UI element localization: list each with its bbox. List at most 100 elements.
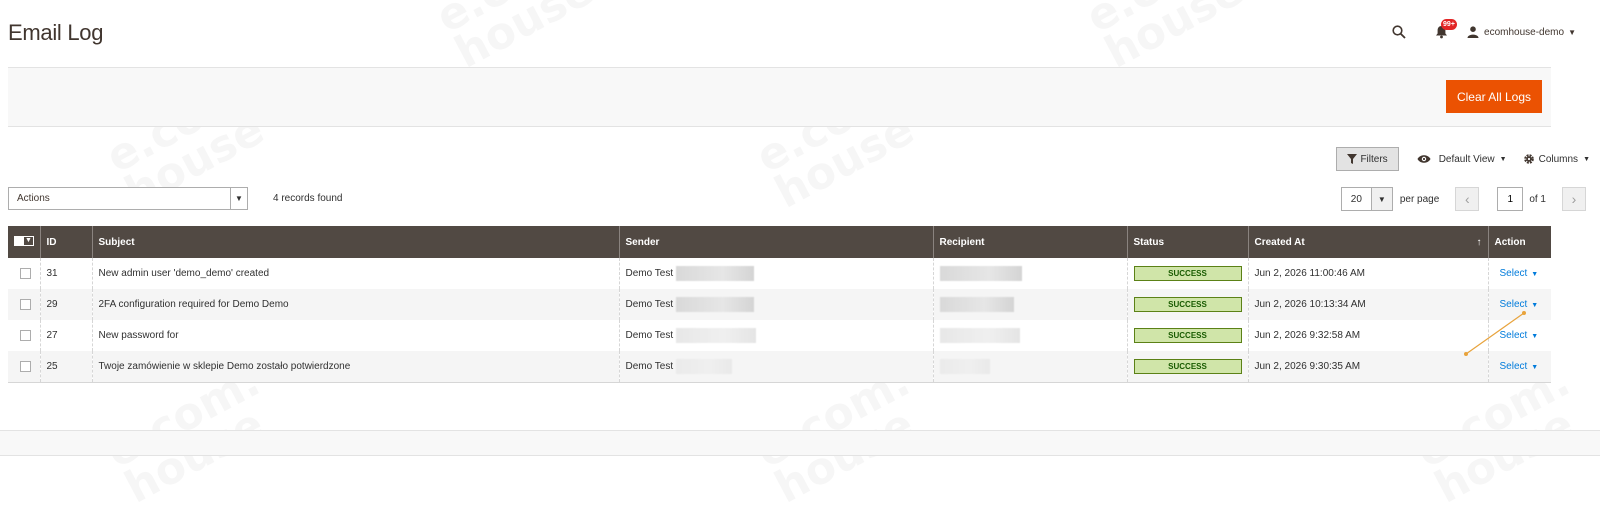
row-action-select[interactable]: Select ▼	[1500, 330, 1539, 341]
redacted-sender-email	[675, 358, 732, 374]
row-checkbox[interactable]	[20, 298, 31, 310]
column-header-sender[interactable]: Sender	[618, 226, 933, 258]
sender-name: Demo Test	[625, 299, 674, 311]
row-action-select[interactable]: Select ▼	[1500, 361, 1539, 372]
pager: 20 ▼ per page ‹ of 1 ›	[1340, 187, 1586, 211]
row-action-label: Select	[1499, 268, 1528, 279]
filters-button[interactable]: Filters	[1336, 147, 1399, 171]
total-pages-label: of 1	[1529, 193, 1546, 205]
cell-status: SUCCESS	[1126, 320, 1248, 351]
table-row: 29 2FA configuration required for Demo D…	[8, 289, 1551, 320]
chevron-down-icon: ▼	[1531, 333, 1539, 340]
column-header-recipient[interactable]: Recipient	[932, 226, 1127, 258]
cell-subject: New password for	[91, 320, 619, 351]
chevron-down-icon: ▼	[1370, 188, 1392, 210]
sort-asc-icon: ↑	[1476, 236, 1482, 248]
cell-id: 29	[39, 289, 92, 320]
cell-action: Select ▼	[1487, 320, 1551, 351]
mass-select-header[interactable]: ▼	[8, 226, 40, 258]
footer-bar	[0, 430, 1600, 456]
column-header-status[interactable]: Status	[1126, 226, 1248, 258]
chevron-down-icon: ▼	[1531, 363, 1539, 371]
status-badge: SUCCESS	[1133, 358, 1242, 374]
cell-recipient	[932, 289, 1127, 320]
redacted-recipient-email	[939, 358, 990, 374]
cell-action: Select ▼	[1487, 258, 1551, 289]
user-icon	[1467, 26, 1479, 38]
cell-created-at: Jun 2, 2026 9:32:58 AM	[1247, 320, 1488, 351]
chevron-down-icon: ▼	[230, 188, 247, 209]
status-badge: SUCCESS	[1133, 266, 1242, 281]
column-header-created-at[interactable]: Created At ↑	[1247, 226, 1488, 258]
redacted-sender-email	[675, 266, 754, 281]
sender-name: Demo Test	[625, 360, 674, 372]
table-row: 31 New admin user 'demo_demo' created De…	[8, 258, 1551, 289]
cell-recipient	[932, 320, 1127, 351]
view-label: Default View	[1438, 153, 1495, 165]
cell-subject: New admin user 'demo_demo' created	[91, 258, 619, 289]
column-header-subject[interactable]: Subject	[91, 226, 619, 258]
row-checkbox-cell[interactable]	[8, 289, 40, 320]
chevron-down-icon: ▼	[1568, 27, 1576, 37]
columns-button[interactable]: Columns ▼	[1523, 153, 1590, 165]
row-checkbox[interactable]	[20, 360, 31, 372]
mass-actions-select[interactable]: Actions ▼	[8, 187, 248, 210]
cell-status: SUCCESS	[1126, 258, 1248, 289]
chevron-right-icon[interactable]: ›	[1562, 187, 1586, 211]
admin-header-actions: 99+ ecomhouse-demo ▼	[1387, 19, 1576, 44]
table-header-row: ▼ ID Subject Sender Recipient Status Cre…	[8, 226, 1551, 258]
notifications-button[interactable]: 99+	[1429, 19, 1457, 44]
row-action-label: Select	[1499, 330, 1528, 341]
cell-action: Select ▼	[1487, 289, 1551, 320]
redacted-recipient-email	[939, 266, 1022, 281]
per-page-select[interactable]: 20 ▼	[1340, 187, 1393, 211]
column-header-id[interactable]: ID	[39, 226, 92, 258]
cell-created-at: Jun 2, 2026 11:00:46 AM	[1247, 258, 1488, 289]
column-header-action: Action	[1487, 226, 1551, 258]
cell-status: SUCCESS	[1126, 351, 1248, 383]
mass-select-checkbox[interactable]: ▼	[14, 236, 34, 246]
chevron-down-icon: ▼	[1531, 271, 1539, 278]
redacted-recipient-email	[939, 328, 1020, 343]
row-checkbox-cell[interactable]	[8, 320, 40, 351]
cell-status: SUCCESS	[1126, 289, 1248, 320]
cell-subject: 2FA configuration required for Demo Demo	[91, 289, 619, 320]
mass-actions-value: Actions	[17, 193, 50, 204]
cell-sender: Demo Test	[618, 351, 933, 383]
row-checkbox[interactable]	[20, 329, 31, 341]
cell-action: Select ▼	[1487, 351, 1551, 383]
per-page-value: 20	[1350, 193, 1362, 205]
cell-sender: Demo Test	[618, 320, 933, 351]
search-icon[interactable]	[1387, 20, 1411, 44]
chevron-down-icon: ▼	[1499, 155, 1507, 163]
row-checkbox-cell[interactable]	[8, 258, 40, 289]
page-title: Email Log	[8, 20, 104, 45]
gear-icon	[1523, 154, 1534, 164]
row-action-select[interactable]: Select ▼	[1500, 299, 1539, 310]
status-badge: SUCCESS	[1133, 297, 1242, 312]
cell-sender: Demo Test	[618, 289, 933, 320]
per-page-label: per page	[1399, 193, 1440, 205]
redacted-recipient-email	[939, 297, 1014, 312]
account-menu[interactable]: ecomhouse-demo ▼	[1467, 26, 1576, 38]
sender-name: Demo Test	[625, 268, 674, 280]
cell-created-at: Jun 2, 2026 9:30:35 AM	[1247, 351, 1488, 383]
row-action-select[interactable]: Select ▼	[1500, 268, 1539, 279]
cell-id: 27	[39, 320, 92, 351]
filters-label: Filters	[1360, 153, 1388, 165]
clear-all-logs-button[interactable]: Clear All Logs	[1445, 80, 1542, 113]
view-selector[interactable]: Default View ▼	[1417, 154, 1507, 165]
row-checkbox[interactable]	[20, 267, 31, 279]
redacted-sender-email	[675, 328, 756, 343]
columns-label: Columns	[1538, 153, 1579, 165]
watermark: e.com. house	[431, 0, 615, 74]
current-page-input[interactable]	[1497, 187, 1524, 211]
grid-toolbar: Filters Default View ▼ Columns ▼	[1336, 147, 1590, 171]
cell-id: 25	[39, 351, 92, 383]
redacted-sender-email	[675, 297, 754, 312]
cell-subject: Twoje zamówienie w sklepie Demo zostało …	[91, 351, 619, 383]
account-name: ecomhouse-demo	[1484, 26, 1565, 38]
chevron-left-icon[interactable]: ‹	[1455, 187, 1480, 211]
row-checkbox-cell[interactable]	[8, 351, 40, 383]
cell-created-at: Jun 2, 2026 10:13:34 AM	[1247, 289, 1488, 320]
